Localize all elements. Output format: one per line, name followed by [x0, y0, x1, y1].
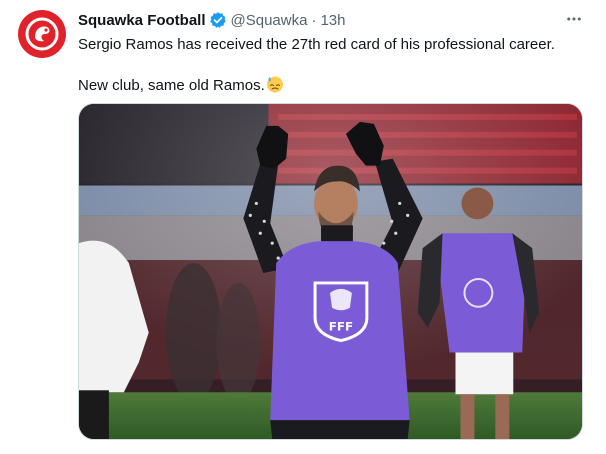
tweet-timestamp[interactable]: 13h [320, 12, 345, 29]
downcast-face-with-sweat-icon [266, 75, 284, 93]
tweet-text-line-1: Sergio Ramos has received the 27th red c… [78, 36, 555, 53]
more-options-button[interactable] [560, 8, 588, 30]
tweet-text: Sergio Ramos has received the 27th red c… [78, 35, 588, 96]
tweet-text-line-2: New club, same old Ramos. [78, 75, 588, 96]
more-options-icon [567, 17, 581, 21]
squawka-logo-icon [25, 17, 59, 51]
tweet-media-photo[interactable]: FFF [78, 103, 583, 440]
photo-image: FFF [79, 104, 582, 439]
author-name[interactable]: Squawka Football [78, 12, 206, 29]
separator-dot: · [311, 11, 317, 29]
verified-badge-icon [209, 11, 227, 29]
author-handle[interactable]: @Squawka [231, 12, 308, 29]
author-avatar[interactable] [18, 10, 66, 58]
tweet-header: Squawka Football @Squawka · 13h [78, 10, 345, 30]
tweet-text-line-2-content: New club, same old Ramos. [78, 77, 265, 94]
bib-crest-text: FFF [329, 320, 353, 334]
tweet[interactable]: Squawka Football @Squawka · 13h Sergio R… [0, 0, 606, 454]
